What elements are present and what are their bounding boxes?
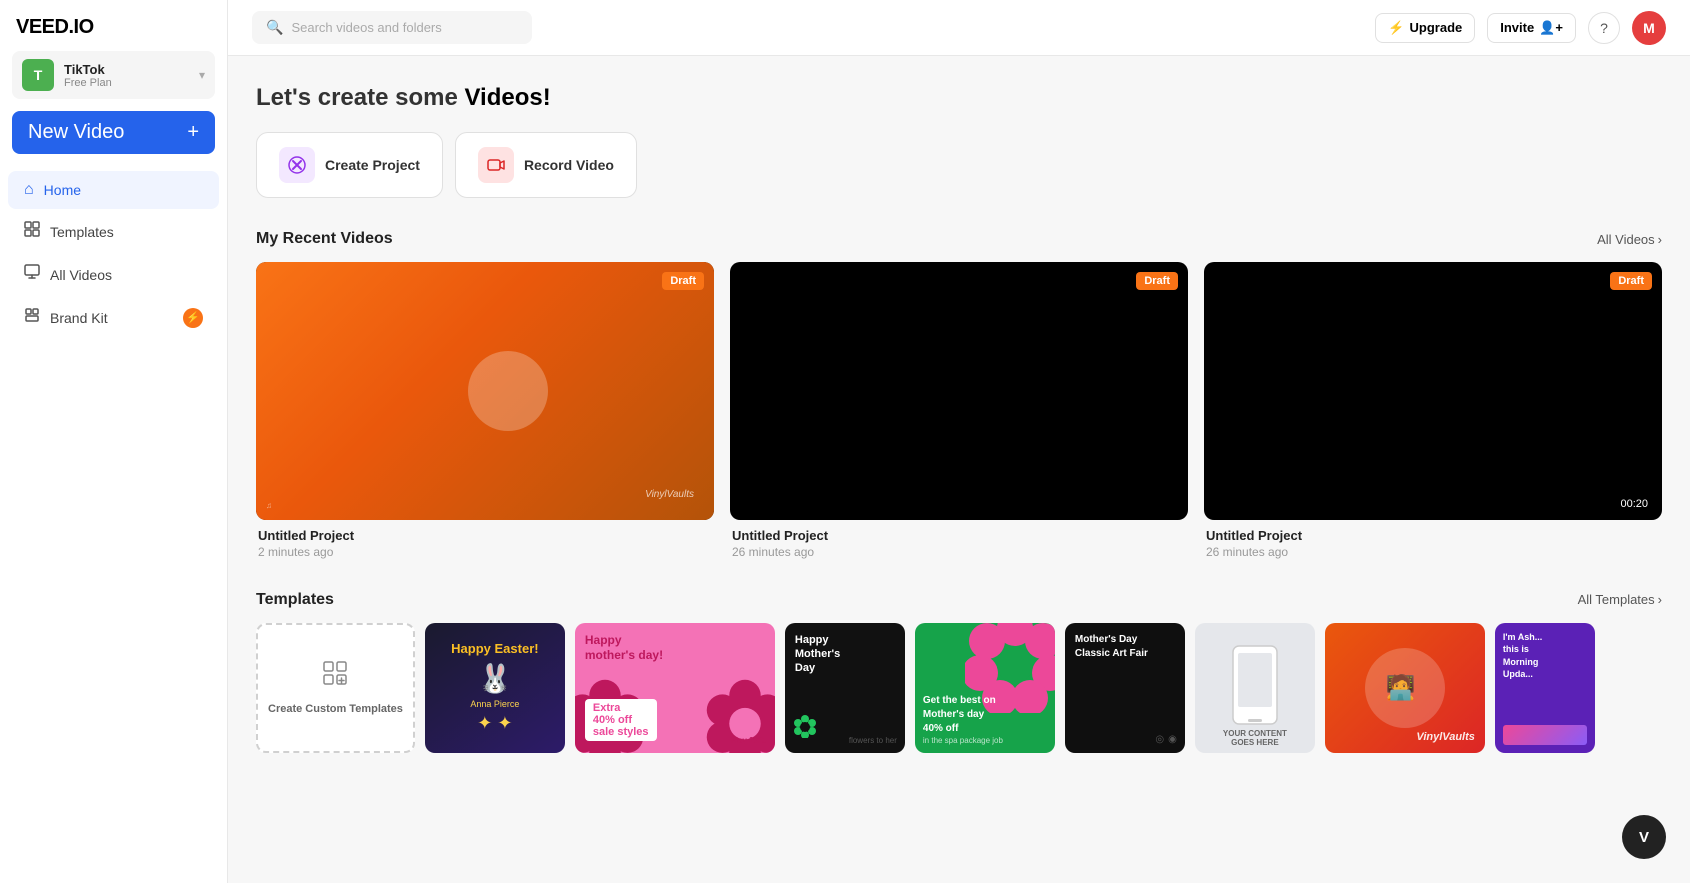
video-name: Untitled Project (1206, 528, 1660, 543)
video-card[interactable]: Draft 00:20 Untitled Project 26 minutes … (1204, 262, 1662, 559)
draft-badge: Draft (1610, 272, 1652, 290)
templates-section-title: Templates (256, 591, 334, 609)
recent-videos-header: My Recent Videos All Videos › (256, 230, 1662, 248)
create-project-button[interactable]: Create Project (256, 132, 443, 198)
template-card[interactable]: Happymother's day! (575, 623, 775, 753)
content-area: Let's create some Videos! Create Project (228, 56, 1690, 781)
create-template-icon (321, 659, 349, 694)
video-time: 26 minutes ago (1206, 545, 1660, 559)
template-create-card[interactable]: Create Custom Templates (256, 623, 415, 753)
page-title: Let's create some Videos! (256, 84, 1662, 112)
invite-button[interactable]: Invite 👤+ (1487, 13, 1576, 43)
home-icon: ⌂ (24, 181, 34, 199)
lightning-icon: ⚡ (1388, 20, 1404, 36)
video-name: Untitled Project (258, 528, 712, 543)
brand-kit-icon (24, 307, 40, 328)
workspace-info: TikTok Free Plan (64, 62, 189, 89)
person-figure: 🧑‍💻 (1386, 673, 1416, 702)
upgrade-button[interactable]: ⚡ Upgrade (1375, 13, 1475, 43)
record-video-button[interactable]: Record Video (455, 132, 637, 198)
flower-accent (793, 714, 817, 743)
action-buttons: Create Project Record Video (256, 132, 1662, 198)
phone-mockup (1230, 645, 1280, 730)
workspace-selector[interactable]: T TikTok Free Plan ▾ (12, 51, 215, 99)
search-bar[interactable]: 🔍 Search videos and folders (252, 11, 532, 44)
template-label: Get the best onMother's day40% off in th… (923, 694, 1047, 745)
template-card[interactable]: I'm Ash...this isMorningUpda... (1495, 623, 1595, 753)
help-button[interactable]: ? (1588, 12, 1620, 44)
template-label: Happymother's day! (585, 633, 663, 664)
easter-icon: 🐰 (477, 662, 512, 695)
templates-scroll: Create Custom Templates Happy Easter! 🐰 … (256, 623, 1662, 753)
video-name: Untitled Project (732, 528, 1186, 543)
video-thumbnail: VinylVaults ♫ Draft (256, 262, 714, 520)
all-videos-icon (24, 264, 40, 285)
chevron-right-icon: › (1658, 592, 1662, 607)
video-time: 26 minutes ago (732, 545, 1186, 559)
search-placeholder: Search videos and folders (291, 20, 441, 35)
template-card[interactable]: YOUR CONTENTGOES HERE (1195, 623, 1315, 753)
sidebar: VEED.IO T TikTok Free Plan ▾ New Video +… (0, 0, 228, 883)
template-card[interactable]: VinylVaults 🧑‍💻 (1325, 623, 1485, 753)
workspace-plan: Free Plan (64, 77, 189, 89)
search-icon: 🔍 (266, 19, 283, 36)
user-avatar[interactable]: M (1632, 11, 1666, 45)
easter-subtext: Anna Pierce (470, 699, 519, 709)
header: 🔍 Search videos and folders ⚡ Upgrade In… (228, 0, 1690, 56)
video-thumbnail: Draft (730, 262, 1188, 520)
header-actions: ⚡ Upgrade Invite 👤+ ? M (1375, 11, 1666, 45)
create-project-icon (279, 147, 315, 183)
video-info: Untitled Project 2 minutes ago (256, 520, 714, 559)
vinyl-label: VinylVaults (1416, 731, 1474, 743)
template-label: I'm Ash...this isMorningUpda... (1503, 631, 1587, 681)
sale-badge: Extra40% offsale styles (585, 699, 657, 741)
template-label: Mother's DayClassic Art Fair (1075, 633, 1175, 661)
all-videos-link[interactable]: All Videos › (1597, 232, 1662, 247)
template-card[interactable]: HappyMother'sDay flowers to her (785, 623, 905, 753)
social-icons: ◎ ◉ (1155, 734, 1176, 745)
template-label: YOUR CONTENTGOES HERE (1201, 729, 1309, 747)
sidebar-item-brand-kit[interactable]: Brand Kit ⚡ (8, 297, 219, 338)
template-card[interactable]: Mother's DayClassic Art Fair ◎ ◉ (1065, 623, 1185, 753)
template-date: May 2025 (731, 736, 767, 745)
template-card[interactable]: Get the best onMother's day40% off in th… (915, 623, 1055, 753)
create-template-label: Create Custom Templates (268, 702, 403, 716)
chevron-down-icon: ▾ (199, 68, 205, 82)
video-grid: VinylVaults ♫ Draft Untitled Project 2 m… (256, 262, 1662, 559)
sidebar-item-home[interactable]: ⌂ Home (8, 171, 219, 209)
workspace-name: TikTok (64, 62, 189, 77)
main-content: 🔍 Search videos and folders ⚡ Upgrade In… (228, 0, 1690, 883)
templates-icon (24, 221, 40, 242)
video-card[interactable]: Draft Untitled Project 26 minutes ago (730, 262, 1188, 559)
workspace-avatar: T (22, 59, 54, 91)
invite-icon: 👤+ (1539, 20, 1563, 36)
video-info: Untitled Project 26 minutes ago (730, 520, 1188, 559)
logo-text: VEED.IO (16, 16, 94, 39)
recent-videos-title: My Recent Videos (256, 230, 393, 248)
color-bar (1503, 725, 1587, 745)
draft-badge: Draft (1136, 272, 1178, 290)
brand-kit-badge: ⚡ (183, 308, 203, 328)
video-duration: 00:20 (1614, 496, 1654, 512)
video-thumbnail: Draft 00:20 (1204, 262, 1662, 520)
all-templates-link[interactable]: All Templates › (1578, 592, 1662, 607)
template-card[interactable]: Happy Easter! 🐰 Anna Pierce ✦ ✦ (425, 623, 565, 753)
templates-section-header: Templates All Templates › (256, 591, 1662, 609)
sidebar-item-templates[interactable]: Templates (8, 211, 219, 252)
draft-badge: Draft (662, 272, 704, 290)
chevron-right-icon: › (1658, 232, 1662, 247)
template-subtext: flowers to her (849, 736, 897, 745)
record-video-icon (478, 147, 514, 183)
video-time: 2 minutes ago (258, 545, 712, 559)
video-card[interactable]: VinylVaults ♫ Draft Untitled Project 2 m… (256, 262, 714, 559)
template-label: HappyMother'sDay (795, 633, 895, 676)
video-info: Untitled Project 26 minutes ago (1204, 520, 1662, 559)
template-label: Happy Easter! (451, 641, 538, 658)
floating-help-button[interactable]: V (1622, 815, 1666, 859)
star-icon: ✦ ✦ (477, 713, 512, 734)
logo: VEED.IO (0, 0, 227, 51)
sidebar-item-all-videos[interactable]: All Videos (8, 254, 219, 295)
new-video-button[interactable]: New Video + (12, 111, 215, 154)
